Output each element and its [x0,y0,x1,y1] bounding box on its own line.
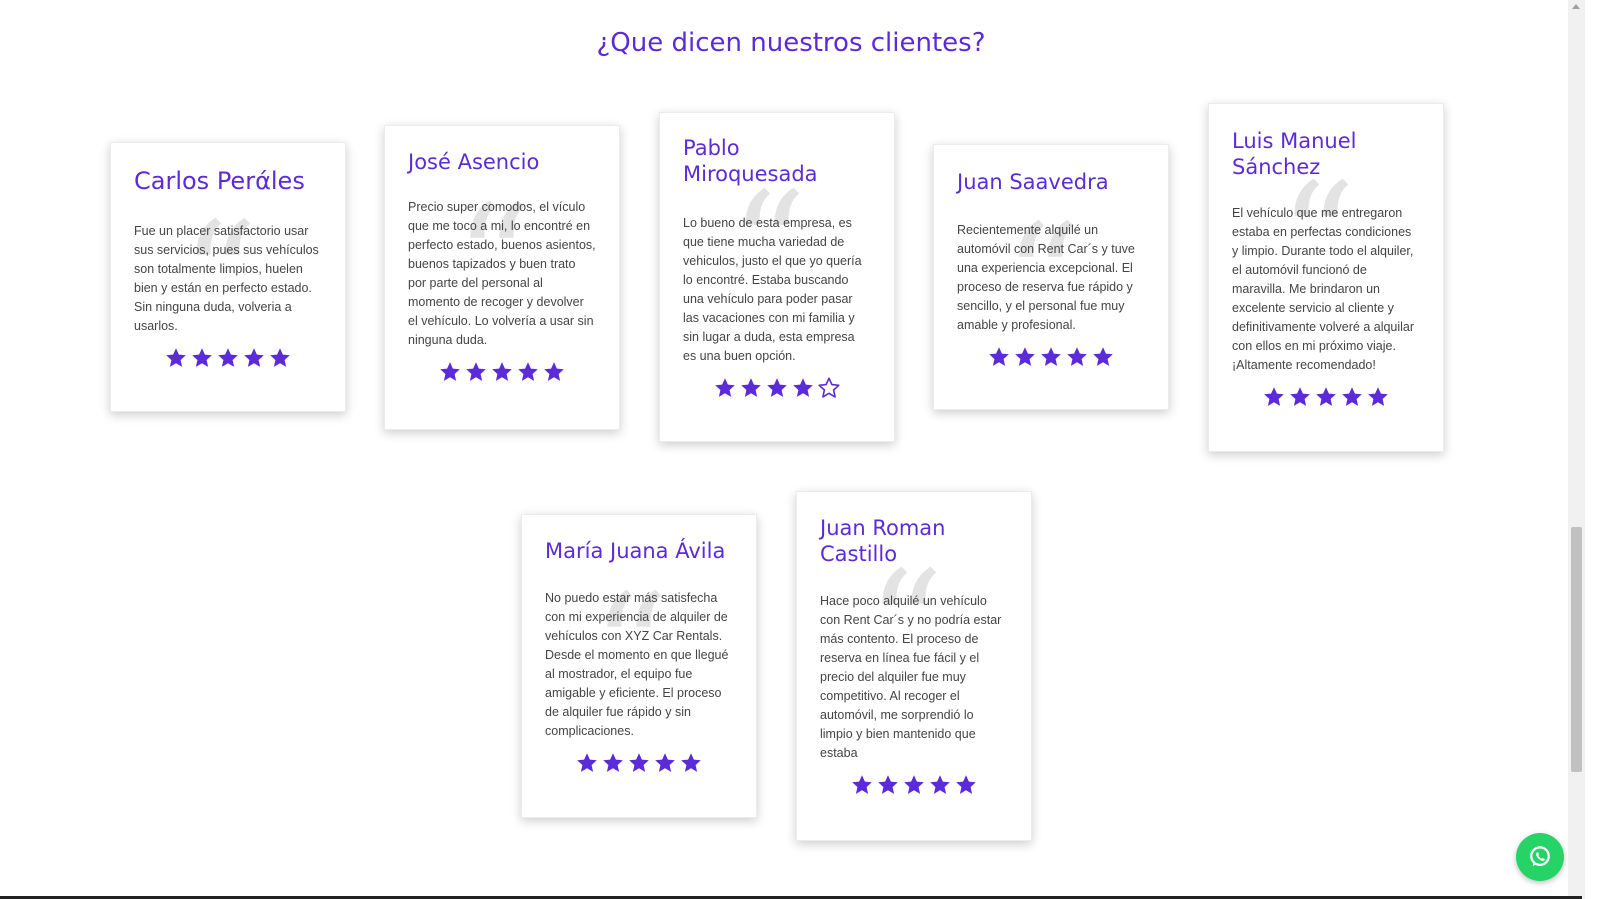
star-filled-icon [1091,345,1115,369]
testimonial-name: Juan Saavedra [957,170,1109,194]
rating-stars [545,751,733,779]
star-filled-icon [713,376,737,400]
scroll-up-icon[interactable] [1572,4,1580,9]
star-filled-icon [190,346,214,370]
testimonial-name: Luis Manuel Sánchez [1232,129,1357,179]
testimonial-name: Carlos Perάles [134,167,305,195]
testimonial-name: Juan Roman Castillo [820,516,946,566]
testimonial-card: “ Carlos Perάles Fue un placer satisfact… [110,142,346,412]
star-filled-icon [679,751,703,775]
star-filled-icon [1366,385,1390,409]
rating-stars [820,773,1008,801]
star-filled-icon [928,773,952,797]
star-filled-icon [490,360,514,384]
star-filled-icon [1262,385,1286,409]
star-filled-icon [876,773,900,797]
star-filled-icon [268,346,292,370]
star-filled-icon [575,751,599,775]
rating-stars [134,346,322,374]
testimonial-name: José Asencio [408,150,540,174]
star-filled-icon [1039,345,1063,369]
star-filled-icon [1065,345,1089,369]
star-filled-icon [601,751,625,775]
star-filled-icon [1340,385,1364,409]
star-filled-icon [1288,385,1312,409]
testimonial-text: Fue un placer satisfactorio usar sus ser… [134,224,319,333]
testimonial-card: “ José Asencio Precio super comodos, el … [384,125,620,430]
testimonial-card: “ Juan Saavedra Recientemente alquilé un… [933,144,1169,410]
whatsapp-icon [1530,846,1550,867]
star-filled-icon [216,346,240,370]
testimonial-card: “ Pablo Miroquesada Lo bueno de esta emp… [659,112,895,442]
whatsapp-button[interactable] [1516,833,1564,881]
star-filled-icon [1314,385,1338,409]
testimonial-card: “ María Juana Ávila No puedo estar más s… [521,514,757,818]
star-filled-icon [987,345,1011,369]
star-empty-icon [817,376,841,400]
rating-stars [683,376,871,404]
testimonial-text: Lo bueno de esta empresa, es que tiene m… [683,216,862,363]
rating-stars [408,360,596,388]
section-title: ¿Que dicen nuestros clientes? [596,28,986,58]
star-filled-icon [902,773,926,797]
star-filled-icon [954,773,978,797]
star-filled-icon [1013,345,1037,369]
rating-stars [1232,385,1420,413]
star-filled-icon [516,360,540,384]
testimonial-card: “ Juan Roman Castillo Hace poco alquilé … [796,491,1032,841]
testimonial-text: Hace poco alquilé un vehículo con Rent C… [820,594,1002,760]
testimonials-page: ¿Que dicen nuestros clientes? “ Carlos P… [0,0,1599,899]
testimonial-text: Precio super comodos, el vículo que me t… [408,200,596,347]
star-filled-icon [438,360,462,384]
star-filled-icon [765,376,789,400]
star-filled-icon [164,346,188,370]
star-filled-icon [653,751,677,775]
star-filled-icon [464,360,488,384]
testimonial-text: Recientemente alquilé un automóvil con R… [957,223,1135,332]
star-filled-icon [791,376,815,400]
star-filled-icon [739,376,763,400]
page-scrollbar[interactable] [1568,0,1585,899]
star-filled-icon [850,773,874,797]
star-filled-icon [627,751,651,775]
testimonial-text: No puedo estar más satisfecha con mi exp… [545,591,729,738]
testimonial-name: María Juana Ávila [545,539,726,563]
scrollbar-thumb[interactable] [1571,527,1582,772]
rating-stars [957,345,1145,373]
testimonial-card: “ Luis Manuel Sánchez El vehículo que me… [1208,103,1444,452]
testimonial-text: El vehículo que me entregaron estaba en … [1232,206,1415,372]
star-filled-icon [242,346,266,370]
testimonial-name: Pablo Miroquesada [683,136,818,186]
star-filled-icon [542,360,566,384]
